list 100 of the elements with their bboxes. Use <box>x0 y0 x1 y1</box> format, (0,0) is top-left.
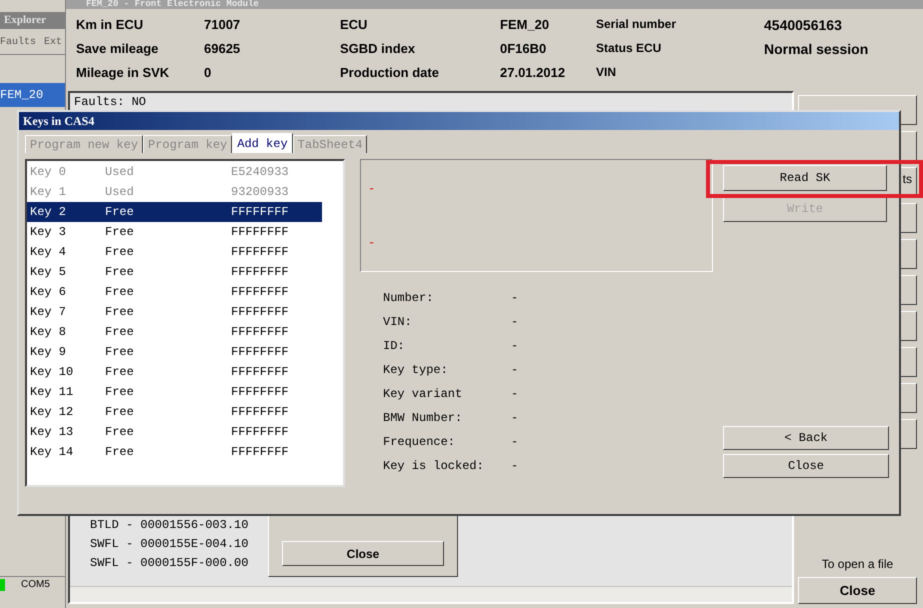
detail-label: VIN: <box>383 314 413 331</box>
key-code: FFFFFFFF <box>231 264 289 281</box>
tree-item[interactable]: FEM_20 <box>0 83 65 107</box>
info-label: Production date <box>340 64 440 82</box>
info-label: Status ECU <box>596 40 662 57</box>
open-file-label: To open a file <box>820 556 894 573</box>
key-row[interactable]: Key 3 Free FFFFFFFF <box>27 222 322 242</box>
key-status: Free <box>105 304 135 321</box>
key-name: Key 7 <box>29 304 68 321</box>
key-status: Free <box>105 384 135 401</box>
info-label: Mileage in SVK <box>76 64 170 82</box>
key-name: Key 3 <box>29 224 68 241</box>
key-status: Free <box>105 364 135 381</box>
info-value: 71007 <box>204 16 242 34</box>
key-code: FFFFFFFF <box>231 424 289 441</box>
key-code: FFFFFFFF <box>231 404 289 421</box>
key-code: FFFFFFFF <box>231 244 289 261</box>
key-row[interactable]: Key 2 Free FFFFFFFF <box>27 202 322 222</box>
key-code: FFFFFFFF <box>231 384 289 401</box>
key-row[interactable]: Key 12 Free FFFFFFFF <box>27 402 322 422</box>
key-name: Key 2 <box>29 204 68 221</box>
key-status: Free <box>105 324 135 341</box>
key-row[interactable]: Key 10 Free FFFFFFFF <box>27 362 322 382</box>
key-row[interactable]: Key 9 Free FFFFFFFF <box>27 342 322 362</box>
key-name: Key 12 <box>29 404 74 421</box>
info-value: 27.01.2012 <box>500 64 566 82</box>
key-name: Key 4 <box>29 244 68 261</box>
close-button[interactable]: Close <box>798 577 917 604</box>
menu-item[interactable]: Ext <box>44 35 62 50</box>
dialog-title-bar: Keys in CAS4 <box>19 112 899 130</box>
detail-label: Key is locked: <box>383 458 485 475</box>
info-label: Km in ECU <box>76 16 144 34</box>
key-code: 93200933 <box>231 184 289 201</box>
key-code: FFFFFFFF <box>231 284 289 301</box>
detail-value: - <box>511 338 518 355</box>
key-code: FFFFFFFF <box>231 324 289 341</box>
port-status: COM5 <box>21 578 50 592</box>
key-status: Free <box>105 424 135 441</box>
key-status: Free <box>105 344 135 361</box>
key-row[interactable]: Key 7 Free FFFFFFFF <box>27 302 322 322</box>
info-label: ECU <box>340 16 368 34</box>
info-value: 0 <box>204 64 212 82</box>
detail-label: Number: <box>383 290 434 307</box>
detail-label: BMW Number: <box>383 410 464 427</box>
key-row[interactable]: Key 11 Free FFFFFFFF <box>27 382 322 402</box>
key-name: Key 13 <box>29 424 74 441</box>
key-status: Free <box>105 284 135 301</box>
detail-label: Key variant <box>383 386 464 403</box>
info-label: Save mileage <box>76 40 160 58</box>
dialog-button[interactable]: Read SK <box>723 165 887 191</box>
detail-value: - <box>511 410 518 427</box>
detail-label: ID: <box>383 338 406 355</box>
detail-label: Frequence: <box>383 434 456 451</box>
dialog-button[interactable]: Close <box>723 454 889 478</box>
key-name: Key 14 <box>29 444 74 461</box>
log-text: Faults: NO <box>73 94 148 111</box>
key-status: Free <box>105 444 135 461</box>
detail-value: - <box>511 290 518 307</box>
detail-value: - <box>511 434 518 451</box>
close-button[interactable]: Close <box>282 541 444 566</box>
key-row[interactable]: Key 14 Free FFFFFFFF <box>27 442 322 462</box>
key-code: FFFFFFFF <box>231 304 289 321</box>
log-line: BTLD - 00001556-003.10 <box>90 517 250 534</box>
detail-value: - <box>511 362 518 379</box>
tab[interactable]: Add key <box>232 133 293 153</box>
key-row[interactable]: Key 5 Free FFFFFFFF <box>27 262 322 282</box>
key-name: Key 11 <box>29 384 74 401</box>
info-value: 4540056163 <box>764 16 843 35</box>
detail-value: - <box>511 458 518 475</box>
key-row[interactable]: Key 8 Free FFFFFFFF <box>27 322 322 342</box>
detail-value: - <box>511 314 518 331</box>
detail-value: - <box>511 386 518 403</box>
key-status: Free <box>105 244 135 261</box>
log-line: SWFL - 0000155E-004.10 <box>90 536 250 553</box>
key-status: Used <box>105 164 135 181</box>
log-line: SWFL - 0000155F-000.00 <box>90 555 250 572</box>
key-status: Free <box>105 264 135 281</box>
key-status: Free <box>105 224 135 241</box>
detail-label: Key type: <box>383 362 449 379</box>
status-line: - <box>368 181 376 198</box>
key-name: Key 8 <box>29 324 68 341</box>
dialog-button[interactable]: < Back <box>723 426 889 450</box>
key-row[interactable]: Key 13 Free FFFFFFFF <box>27 422 322 442</box>
info-label: Serial number <box>596 16 678 33</box>
key-name: Key 5 <box>29 264 68 281</box>
key-row[interactable]: Key 6 Free FFFFFFFF <box>27 282 322 302</box>
key-code: FFFFFFFF <box>231 444 289 461</box>
info-value: 69625 <box>204 40 242 58</box>
connection-indicator <box>0 578 5 590</box>
info-label: SGBD index <box>340 40 416 58</box>
key-row[interactable]: Key 4 Free FFFFFFFF <box>27 242 322 262</box>
key-code: FFFFFFFF <box>231 344 289 361</box>
key-status: Used <box>105 184 135 201</box>
key-name: Key 6 <box>29 284 68 301</box>
status-line: - <box>368 235 376 252</box>
info-value: 0F16B0 <box>500 40 548 58</box>
menu-item[interactable]: Faults <box>0 35 36 50</box>
key-name: Key 1 <box>29 184 68 201</box>
info-label: VIN <box>596 64 618 81</box>
key-code: FFFFFFFF <box>231 364 289 381</box>
